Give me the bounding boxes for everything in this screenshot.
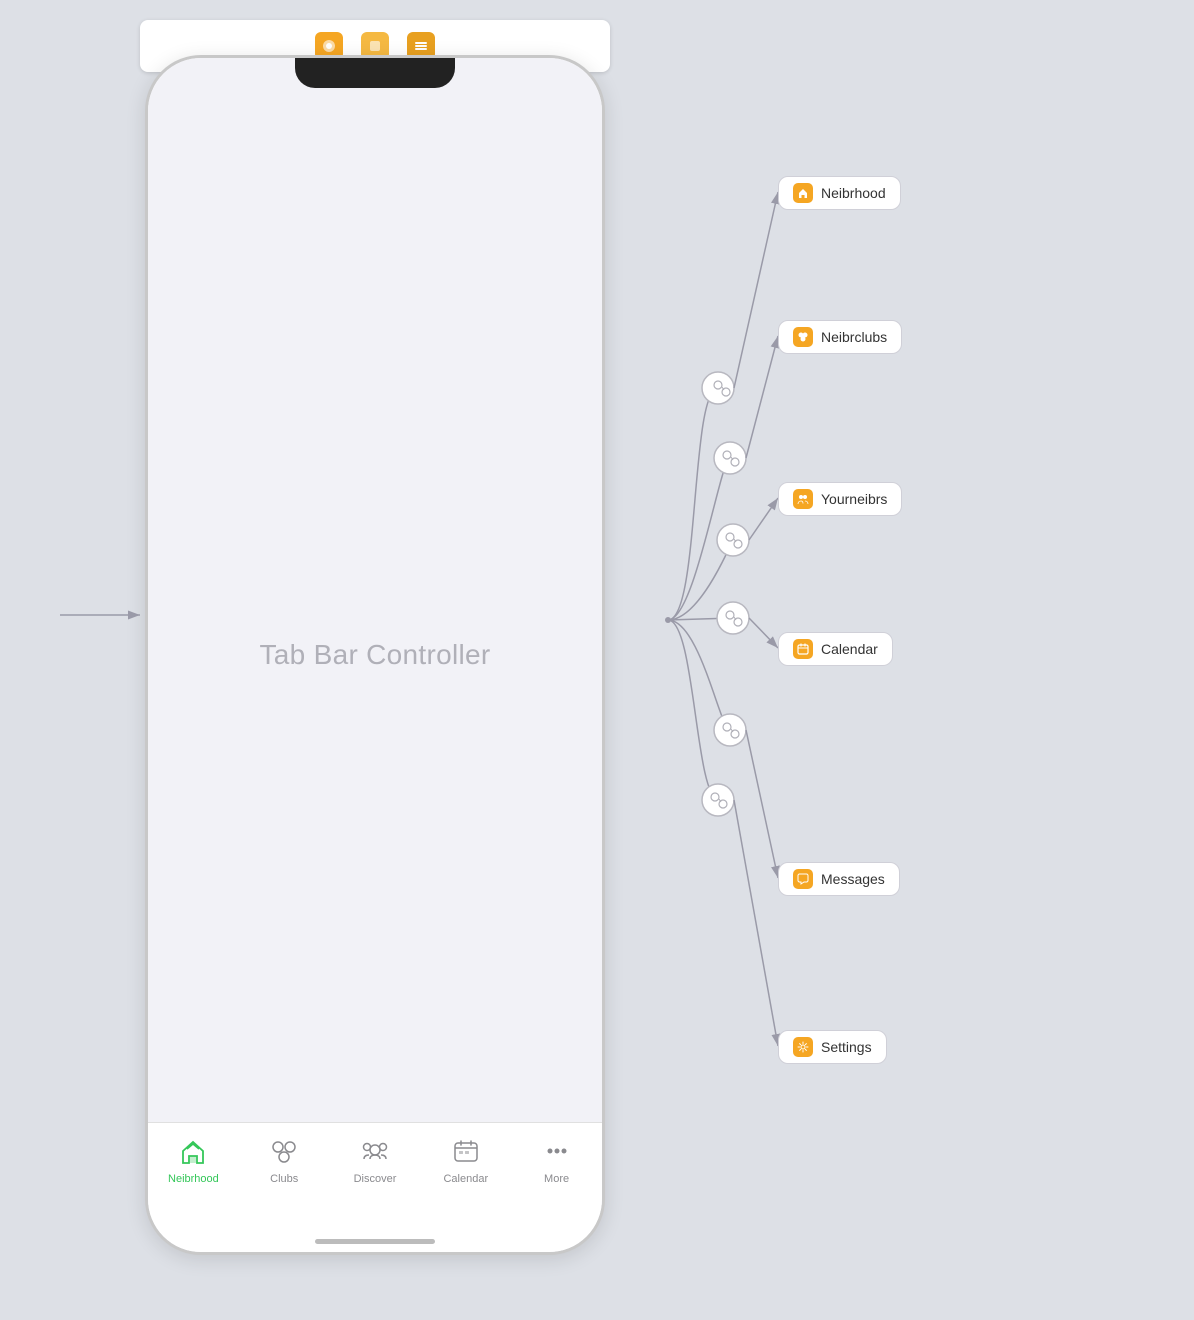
- dest-neibrclubs[interactable]: Neibrclubs: [778, 320, 902, 354]
- discover-icon: [357, 1133, 393, 1169]
- clubs-icon: [266, 1133, 302, 1169]
- dest-yourneibrs[interactable]: Yourneibrs: [778, 482, 902, 516]
- tab-calendar[interactable]: Calendar: [420, 1133, 511, 1185]
- tab-clubs[interactable]: Clubs: [239, 1133, 330, 1185]
- clubs-tab-label: Clubs: [270, 1173, 298, 1185]
- tab-neibrhood[interactable]: Neibrhood: [148, 1133, 239, 1185]
- more-tab-label: More: [544, 1173, 569, 1185]
- messages-dest-label: Messages: [821, 871, 885, 887]
- tab-more[interactable]: More: [511, 1133, 602, 1185]
- neibrclubs-dest-icon: [793, 327, 813, 347]
- neibrhood-dest-icon: [793, 183, 813, 203]
- dest-calendar[interactable]: Calendar: [778, 632, 893, 666]
- more-icon: [539, 1133, 575, 1169]
- calendar-dest-icon: [793, 639, 813, 659]
- home-indicator: [315, 1239, 435, 1244]
- entry-arrow: [60, 600, 150, 630]
- dest-neibrhood[interactable]: Neibrhood: [778, 176, 901, 210]
- messages-dest-icon: [793, 869, 813, 889]
- phone-frame: Tab Bar Controller Neibrhood: [145, 55, 605, 1255]
- yourneibrs-dest-icon: [793, 489, 813, 509]
- dest-settings[interactable]: Settings: [778, 1030, 887, 1064]
- calendar-dest-label: Calendar: [821, 641, 878, 657]
- dest-messages[interactable]: Messages: [778, 862, 900, 896]
- settings-dest-icon: [793, 1037, 813, 1057]
- neibrhood-icon: [175, 1133, 211, 1169]
- phone-notch: [295, 58, 455, 88]
- tab-discover[interactable]: Discover: [330, 1133, 421, 1185]
- discover-tab-label: Discover: [354, 1173, 397, 1185]
- neibrhood-dest-label: Neibrhood: [821, 185, 886, 201]
- tab-bar: Neibrhood Clubs D: [148, 1122, 602, 1252]
- neibrhood-tab-label: Neibrhood: [168, 1173, 219, 1185]
- neibrclubs-dest-label: Neibrclubs: [821, 329, 887, 345]
- main-label: Tab Bar Controller: [259, 639, 490, 671]
- yourneibrs-dest-label: Yourneibrs: [821, 491, 887, 507]
- calendar-icon: [448, 1133, 484, 1169]
- phone-content: Tab Bar Controller: [148, 58, 602, 1252]
- calendar-tab-label: Calendar: [443, 1173, 488, 1185]
- settings-dest-label: Settings: [821, 1039, 872, 1055]
